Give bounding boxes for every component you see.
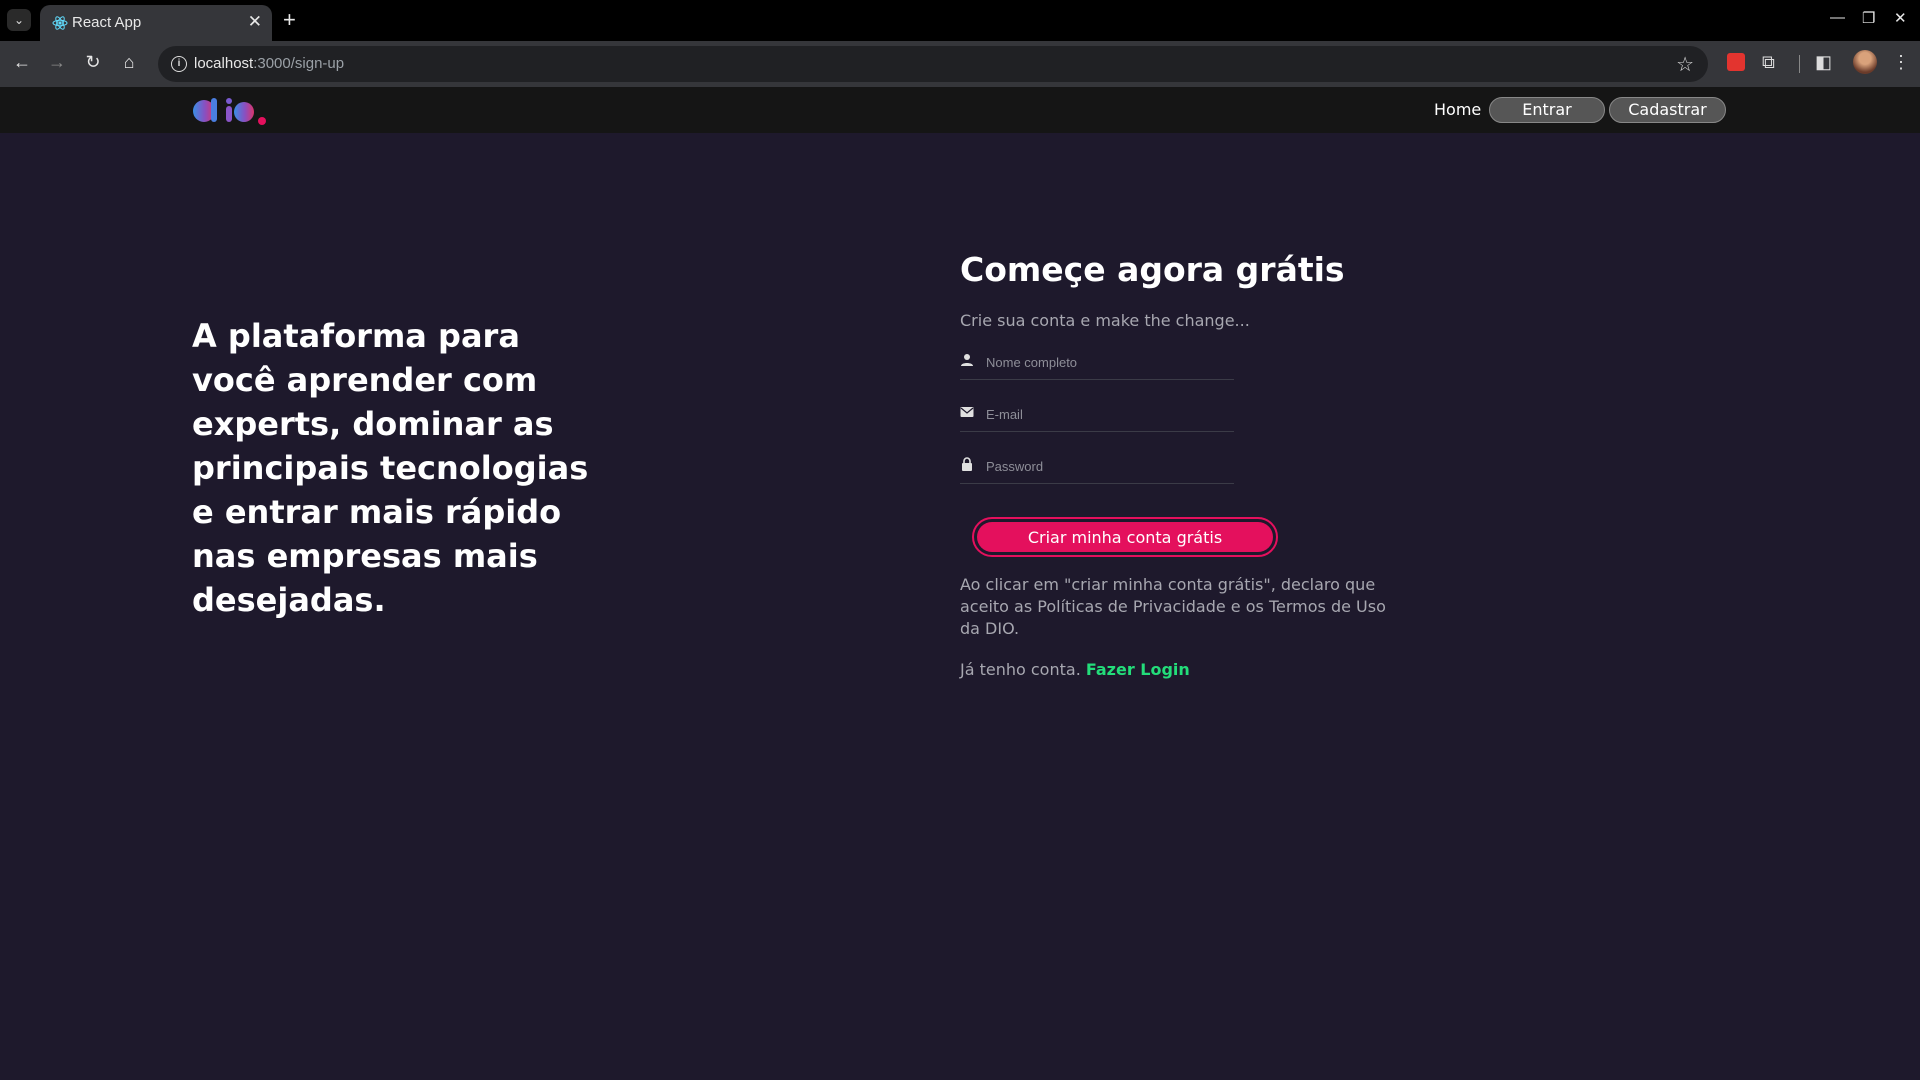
form-subtitle: Crie sua conta e make the change...	[960, 311, 1250, 330]
nav-home-link[interactable]: Home	[1434, 100, 1481, 119]
tab-title: React App	[72, 14, 142, 31]
password-field	[960, 454, 1234, 484]
tab-search-icon[interactable]: ⌄	[7, 9, 31, 31]
dio-logo[interactable]	[192, 95, 272, 127]
star-icon[interactable]: ☆	[1676, 52, 1694, 77]
info-icon[interactable]: i	[171, 56, 187, 72]
login-link[interactable]: Fazer Login	[1086, 660, 1190, 679]
toolbar-separator	[1799, 55, 1800, 73]
react-favicon	[52, 16, 68, 30]
hero-text: A plataforma para você aprender com expe…	[192, 317, 589, 619]
back-icon[interactable]: ←	[10, 52, 34, 73]
plus-icon[interactable]: +	[283, 7, 296, 33]
close-icon[interactable]: ✕	[248, 12, 262, 32]
home-icon[interactable]: ⌂	[117, 52, 141, 73]
avatar[interactable]	[1853, 50, 1877, 74]
terms-text: Ao clicar em "criar minha conta grátis",…	[960, 575, 1386, 638]
reload-icon[interactable]: ↻	[81, 52, 105, 73]
email-input[interactable]	[986, 403, 1226, 425]
signup-button[interactable]: Cadastrar	[1609, 97, 1726, 123]
more-icon[interactable]: ⋮	[1892, 52, 1910, 73]
address-bar[interactable]: i localhost:3000/sign-up ☆	[158, 46, 1708, 82]
sidepanel-icon[interactable]: ◧	[1815, 52, 1832, 73]
extension-icon[interactable]	[1727, 53, 1745, 71]
name-input[interactable]	[986, 351, 1226, 373]
login-line: Já tenho conta. Fazer Login	[960, 660, 1400, 679]
app-header: Home Entrar Cadastrar	[0, 87, 1920, 133]
close-window-icon[interactable]: ✕	[1894, 9, 1907, 27]
restore-icon[interactable]: ❐	[1862, 9, 1875, 27]
forward-icon[interactable]: →	[45, 52, 69, 73]
create-account-button[interactable]: Criar minha conta grátis	[977, 522, 1273, 552]
lock-icon	[962, 457, 972, 471]
url-text: localhost:3000/sign-up	[194, 55, 345, 72]
minimize-icon[interactable]: —	[1830, 9, 1845, 26]
user-icon	[961, 354, 973, 366]
mail-icon	[960, 407, 974, 417]
login-button[interactable]: Entrar	[1489, 97, 1605, 123]
puzzle-icon[interactable]: ⧉	[1762, 52, 1775, 73]
browser-tab[interactable]: React App ✕	[40, 5, 272, 41]
email-field	[960, 402, 1234, 432]
name-field	[960, 350, 1234, 380]
form-title: Começe agora grátis	[960, 250, 1345, 289]
login-prompt: Já tenho conta.	[960, 660, 1081, 679]
browser-toolbar: ← → ↻ ⌂ i localhost:3000/sign-up ☆ ⧉ ◧ ⋮	[0, 41, 1920, 87]
browser-tabbar: ⌄ React App ✕ + — ❐ ✕	[0, 0, 1920, 41]
password-input[interactable]	[986, 455, 1226, 477]
signup-form: Começe agora grátis Crie sua conta e mak…	[960, 250, 1400, 679]
submit-button-ring: Criar minha conta grátis	[972, 517, 1278, 557]
